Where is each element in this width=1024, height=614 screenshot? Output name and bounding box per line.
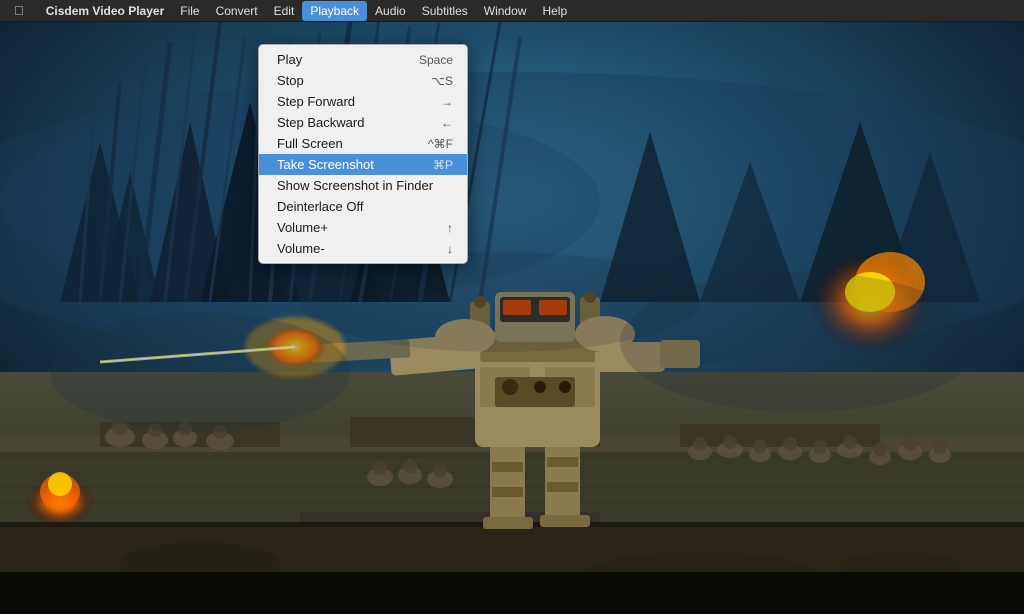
menu-item-step-forward-label: Step Forward [277,94,355,109]
menu-item-deinterlace[interactable]: Deinterlace Off [259,196,467,217]
menu-item-play-shortcut: Space [419,53,453,67]
menu-item-volume-up-label: Volume+ [277,220,328,235]
menu-edit[interactable]: Edit [266,1,303,21]
menu-item-step-backward-label: Step Backward [277,115,364,130]
menu-item-show-screenshot[interactable]: Show Screenshot in Finder [259,175,467,196]
menu-item-fullscreen-shortcut: ^⌘F [428,137,453,151]
menu-help[interactable]: Help [534,1,575,21]
menu-item-deinterlace-label: Deinterlace Off [277,199,363,214]
menu-item-stop-shortcut: ⌥S [431,74,453,88]
menu-item-stop[interactable]: Stop ⌥S [259,70,467,91]
menu-item-volume-up-shortcut: ↑ [447,221,453,235]
menu-item-step-forward-shortcut: → [441,95,453,109]
menu-window[interactable]: Window [476,1,535,21]
menu-item-step-backward-shortcut: ← [441,116,453,130]
menu-item-volume-down-shortcut: ↓ [447,242,453,256]
menu-convert[interactable]: Convert [208,1,266,21]
video-frame [0,22,1024,614]
menu-item-stop-label: Stop [277,73,304,88]
apple-menu[interactable]:  [8,3,30,18]
menu-item-take-screenshot[interactable]: Take Screenshot ⌘P [259,154,467,175]
menu-item-step-backward[interactable]: Step Backward ← [259,112,467,133]
menu-subtitles[interactable]: Subtitles [414,1,476,21]
menu-item-fullscreen-label: Full Screen [277,136,343,151]
menu-item-show-screenshot-label: Show Screenshot in Finder [277,178,433,193]
menu-playback[interactable]: Playback [302,1,367,21]
menu-item-volume-down-label: Volume- [277,241,325,256]
menu-item-play-label: Play [277,52,302,67]
video-area: Play Space Stop ⌥S Step Forward → Step B… [0,22,1024,614]
menu-item-volume-down[interactable]: Volume- ↓ [259,238,467,259]
menu-item-fullscreen[interactable]: Full Screen ^⌘F [259,133,467,154]
menubar:  Cisdem Video Player File Convert Edit … [0,0,1024,22]
menu-audio[interactable]: Audio [367,1,414,21]
menu-item-volume-up[interactable]: Volume+ ↑ [259,217,467,238]
app-name[interactable]: Cisdem Video Player [38,1,173,21]
playback-dropdown-menu: Play Space Stop ⌥S Step Forward → Step B… [258,44,468,264]
menu-item-take-screenshot-label: Take Screenshot [277,157,374,172]
menu-item-play[interactable]: Play Space [259,49,467,70]
menu-item-step-forward[interactable]: Step Forward → [259,91,467,112]
menu-file[interactable]: File [172,1,207,21]
menu-item-take-screenshot-shortcut: ⌘P [433,158,453,172]
